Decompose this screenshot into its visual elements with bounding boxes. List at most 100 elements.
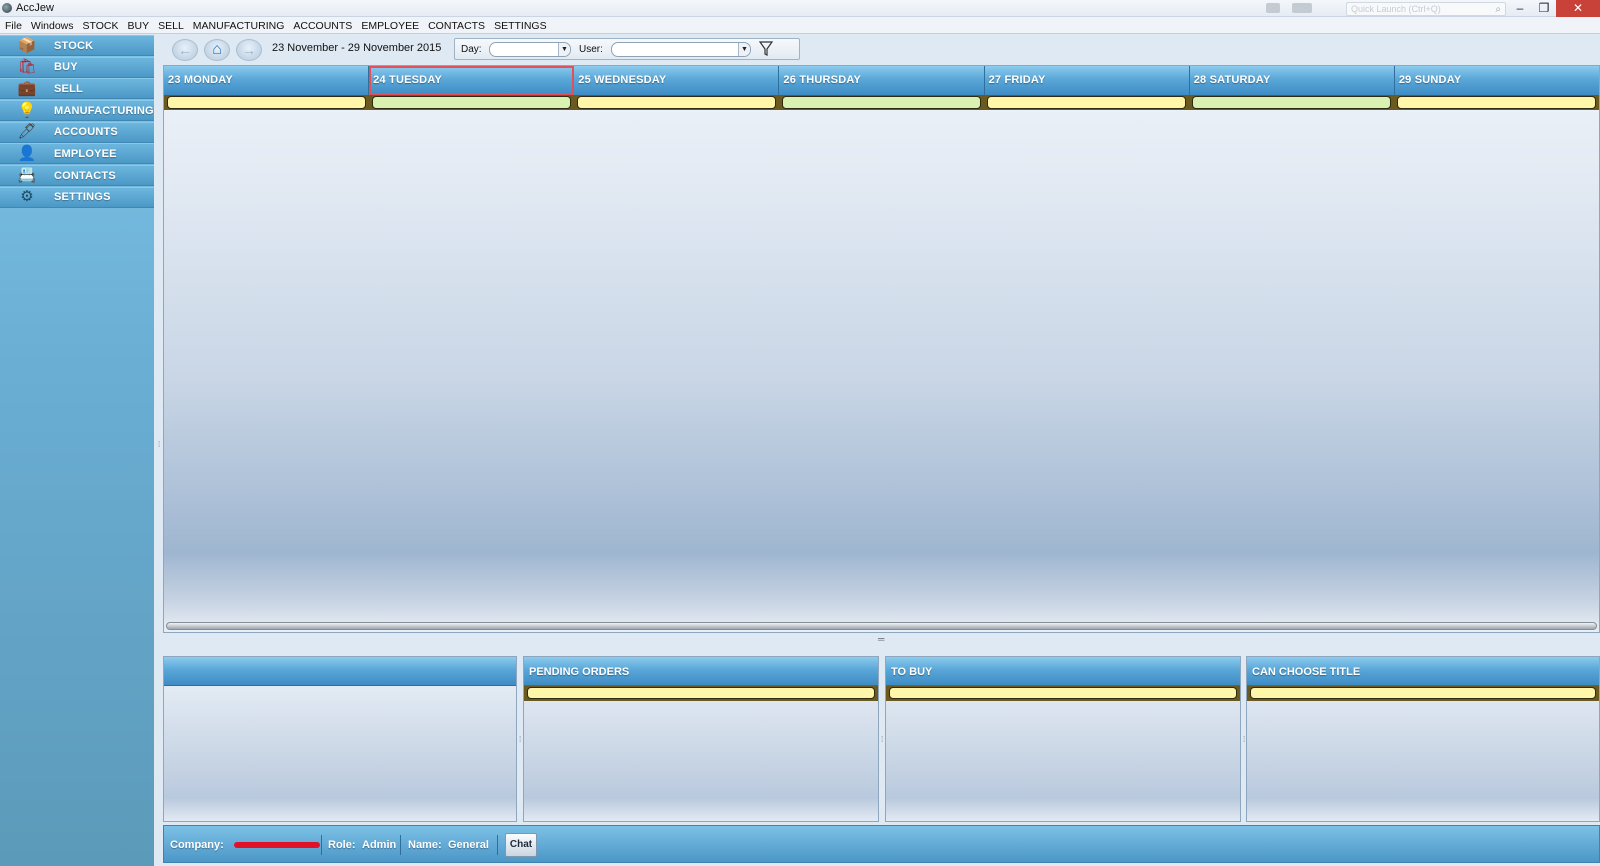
sidebar-item-label: EMPLOYEE [54, 147, 117, 160]
sidebar-item-contacts[interactable]: 📇 CONTACTS [0, 165, 154, 187]
home-button[interactable]: ⌂ [204, 39, 230, 61]
sidebar-item-stock[interactable]: 📦 STOCK [0, 35, 154, 56]
filter-group: Day: ▼ User: ▼ [454, 38, 800, 60]
sidebar-item-manufacturing[interactable]: 💡 MANUFACTURING [0, 100, 154, 122]
panel-grip[interactable]: ⁞ [1243, 735, 1245, 744]
panel-header [164, 657, 516, 686]
contacts-icon: 📇 [17, 166, 37, 184]
app-icon [2, 3, 12, 13]
day-header-tuesday[interactable]: 24 TUESDAY [369, 66, 575, 95]
panel-grip[interactable]: ⁞ [881, 735, 883, 744]
panel-bar[interactable] [527, 687, 875, 699]
panel-bar-wrap [1247, 686, 1599, 701]
previous-week-button[interactable]: ← [172, 39, 198, 61]
day-header-friday[interactable]: 27 FRIDAY [984, 66, 1190, 95]
day-header-sunday[interactable]: 29 SUNDAY [1394, 66, 1599, 95]
panel-bar[interactable] [889, 687, 1237, 699]
week-calendar: 23 MONDAY 24 TUESDAY 25 WEDNESDAY 26 THU… [163, 65, 1600, 633]
sidebar-item-employee[interactable]: 👤 EMPLOYEE [0, 143, 154, 165]
sidebar-item-label: CONTACTS [54, 169, 116, 182]
chevron-down-icon: ▼ [558, 43, 570, 56]
name-value: General [448, 839, 489, 851]
day-bars [164, 95, 1599, 110]
status-bar: Company: Role: Admin Name: General Chat [163, 825, 1600, 863]
menu-sell[interactable]: SELL [153, 17, 188, 33]
day-header-saturday[interactable]: 28 SATURDAY [1189, 66, 1395, 95]
day-select[interactable]: ▼ [489, 42, 571, 57]
menu-windows[interactable]: Windows [26, 17, 78, 33]
sidebar-item-label: SETTINGS [54, 191, 111, 204]
sidebar-item-buy[interactable]: 🛍 BUY [0, 56, 154, 78]
day-header-wednesday[interactable]: 25 WEDNESDAY [574, 66, 780, 95]
day-bar-friday[interactable] [987, 96, 1186, 109]
company-value-redacted [234, 842, 320, 848]
menu-stock[interactable]: STOCK [78, 17, 123, 33]
sidebar: 📦 STOCK 🛍 BUY 💼 SELL 💡 MANUFACTURING 🖊 A… [0, 35, 158, 866]
close-button[interactable]: ✕ [1556, 0, 1600, 17]
minimize-button[interactable]: – [1508, 0, 1532, 17]
panel-untitled [163, 656, 517, 822]
day-bar-thursday[interactable] [782, 96, 981, 109]
status-divider [400, 835, 401, 855]
restore-button[interactable]: ❐ [1532, 0, 1556, 17]
menu-file[interactable]: File [0, 17, 26, 33]
calendar-toolbar: ← ⌂ → 23 November - 29 November 2015 Day… [166, 36, 1600, 64]
sidebar-item-sell[interactable]: 💼 SELL [0, 78, 154, 100]
name-label: Name: [408, 839, 442, 851]
menu-bar: File Windows STOCK BUY SELL MANUFACTURING ACCO… [0, 17, 1600, 34]
status-divider [497, 835, 498, 855]
quick-launch-input[interactable]: Quick Launch (Ctrl+Q) ⌕ [1346, 2, 1506, 16]
menu-buy[interactable]: BUY [123, 17, 154, 33]
settings-icon: ⚙ [20, 188, 34, 206]
panel-header: PENDING ORDERS [524, 657, 878, 686]
role-value: Admin [362, 839, 397, 851]
company-label: Company: [170, 839, 224, 851]
panel-grip[interactable]: ⁞ [519, 735, 521, 744]
sidebar-item-label: ACCOUNTS [54, 126, 118, 139]
window-title: AccJew [16, 2, 54, 14]
calendar-scrollbar[interactable] [166, 622, 1597, 630]
panel-pending-orders: PENDING ORDERS [523, 656, 879, 822]
panel-bar-wrap [886, 686, 1240, 701]
next-week-button[interactable]: → [236, 39, 262, 61]
panel-can-choose-title: CAN CHOOSE TITLE [1246, 656, 1600, 822]
lightbulb-icon: 💡 [17, 101, 37, 119]
menu-contacts[interactable]: CONTACTS [423, 17, 489, 33]
status-divider [321, 835, 322, 855]
panel-splitter[interactable]: ═ [878, 634, 884, 644]
quick-launch-placeholder: Quick Launch (Ctrl+Q) [1351, 4, 1441, 14]
feedback-icon[interactable] [1292, 3, 1312, 13]
sidebar-item-accounts[interactable]: 🖊 ACCOUNTS [0, 121, 154, 143]
day-bar-sunday[interactable] [1397, 96, 1596, 109]
day-bar-tuesday[interactable] [372, 96, 571, 109]
panel-header: TO BUY [886, 657, 1240, 686]
buy-icon: 🛍 [17, 58, 37, 76]
date-range-label: 23 November - 29 November 2015 [272, 42, 442, 54]
menu-accounts[interactable]: ACCOUNTS [288, 17, 356, 33]
day-header-thursday[interactable]: 26 THURSDAY [779, 66, 985, 95]
chevron-down-icon: ▼ [738, 43, 750, 56]
day-bar-wednesday[interactable] [577, 96, 776, 109]
sidebar-item-label: MANUFACTURING [54, 104, 154, 117]
day-filter-label: Day: [461, 44, 482, 55]
sidebar-item-label: STOCK [54, 39, 94, 52]
panel-bar[interactable] [1250, 687, 1596, 699]
stock-icon: 📦 [17, 36, 37, 54]
sidebar-item-settings[interactable]: ⚙ SETTINGS [0, 186, 154, 208]
chat-button[interactable]: Chat [505, 833, 537, 857]
sell-icon: 💼 [17, 79, 37, 97]
day-bar-monday[interactable] [167, 96, 366, 109]
menu-settings[interactable]: SETTINGS [489, 17, 551, 33]
sidebar-splitter[interactable]: ⁞ [158, 440, 160, 449]
filter-icon[interactable] [758, 41, 774, 60]
title-bar: AccJew Quick Launch (Ctrl+Q) ⌕ – ❐ ✕ [0, 0, 1600, 17]
user-select[interactable]: ▼ [611, 42, 751, 57]
accounts-icon: 🖊 [17, 123, 37, 141]
user-filter-label: User: [579, 44, 603, 55]
notification-icon[interactable] [1266, 3, 1280, 13]
menu-manufacturing[interactable]: MANUFACTURING [188, 17, 289, 33]
panel-header: CAN CHOOSE TITLE [1247, 657, 1599, 686]
menu-employee[interactable]: EMPLOYEE [356, 17, 423, 33]
day-bar-saturday[interactable] [1192, 96, 1391, 109]
day-header-monday[interactable]: 23 MONDAY [164, 66, 370, 95]
